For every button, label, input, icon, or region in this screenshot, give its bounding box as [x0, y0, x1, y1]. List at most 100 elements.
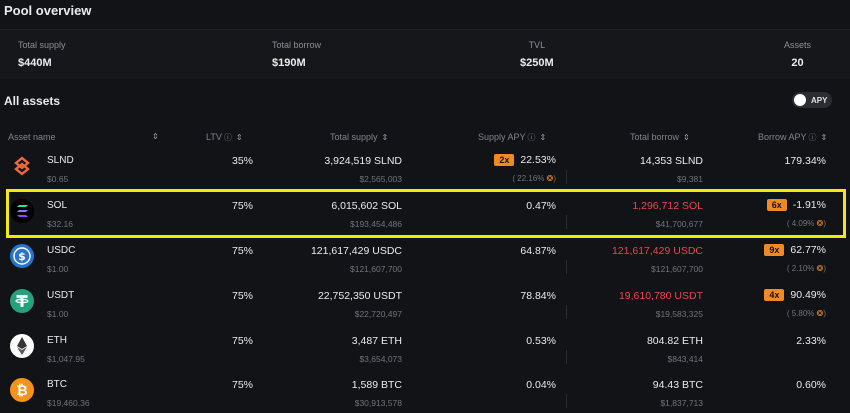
asset-symbol: SLND — [47, 155, 74, 166]
stat-total-supply: Total supply $440M — [18, 40, 66, 69]
ltv-value: 75% — [231, 245, 253, 257]
supply-amount: 3,487 ETH — [351, 335, 402, 347]
supply-usd: $2,565,003 — [359, 174, 402, 184]
sol-row-highlight — [6, 189, 846, 238]
header-total-supply[interactable]: Total supply ⇕ — [330, 132, 388, 142]
table-row[interactable]: ₿ BTC $19,460.36 75% 1,589 BTC $30,913,5… — [0, 372, 850, 413]
header-total-borrow[interactable]: Total borrow ⇕ — [630, 132, 690, 142]
ltv-value: 75% — [231, 335, 253, 347]
supply-apy-value: 0.04% — [526, 379, 556, 391]
supply-apy-value: 64.87% — [520, 245, 556, 257]
supply-apy-sub-value: ( 22.16% — [512, 174, 545, 183]
asset-symbol: BTC — [47, 379, 67, 390]
supply-apy-value: 0.53% — [526, 335, 556, 347]
table-row[interactable]: SLND $0.65 35% 3,924,519 SLND $2,565,003… — [0, 148, 850, 192]
svg-text:$: $ — [18, 250, 26, 263]
stat-value: $440M — [18, 57, 52, 69]
header-asset-name[interactable]: Asset name ⇕ — [8, 132, 159, 142]
table-header: Asset name ⇕ LTV ⓘ ⇕ Total supply ⇕ Supply … — [0, 127, 850, 147]
asset-symbol: USDC — [47, 245, 76, 256]
asset-price: $1.00 — [47, 309, 69, 319]
sort-icon: ⇕ — [381, 133, 389, 142]
ltv-value: 35% — [231, 155, 253, 167]
supply-usd: $3,654,073 — [359, 354, 402, 364]
stat-label: Assets — [784, 40, 812, 50]
info-icon: ⓘ — [527, 133, 536, 142]
asset-symbol: ETH — [47, 335, 67, 346]
borrow-apy: 9x 62.77% — [764, 244, 826, 256]
asset-price: $19,460.36 — [47, 398, 90, 408]
borrow-usd: $9,381 — [677, 174, 703, 184]
column-divider — [566, 394, 567, 408]
info-icon: ⓘ — [808, 133, 817, 142]
borrow-apy-value: 90.49% — [790, 289, 826, 301]
svg-text:₿: ₿ — [16, 383, 27, 399]
toggle-knob — [794, 94, 806, 106]
supply-usd: $30,913,578 — [354, 398, 402, 408]
stat-value: $250M — [520, 57, 554, 69]
usdc-icon: $ — [10, 244, 34, 268]
stat-value: $190M — [272, 57, 306, 69]
sort-icon: ⇕ — [235, 133, 243, 142]
supply-usd: $22,720,497 — [354, 309, 402, 319]
borrow-amount: 14,353 SLND — [639, 155, 703, 167]
slnd-icon — [10, 154, 34, 178]
supply-apy: 2x 22.53% — [494, 154, 556, 166]
borrow-apy-value: 62.77% — [790, 244, 826, 256]
borrow-usd: $19,583,325 — [655, 309, 703, 319]
boost-badge[interactable]: 2x — [494, 154, 515, 166]
boost-badge[interactable]: 9x — [764, 244, 785, 256]
borrow-apy-sub: ( 2.10% ❂) — [786, 264, 826, 273]
pool-overview-card: Total supply $440M Total borrow $190M TV… — [0, 29, 850, 79]
reward-icon: ❂ — [816, 264, 824, 273]
borrow-apy-value: 2.33% — [796, 335, 826, 347]
borrow-usd: $121,607,700 — [651, 264, 703, 274]
supply-apy-value: 78.84% — [520, 290, 556, 302]
apy-toggle[interactable]: APY — [792, 92, 832, 108]
reward-icon: ❂ — [546, 174, 554, 183]
borrow-usd: $843,414 — [667, 354, 703, 364]
asset-price: $0.65 — [47, 174, 69, 184]
ltv-value: 75% — [231, 290, 253, 302]
table-row[interactable]: $ USDC $1.00 75% 121,617,429 USDC $121,6… — [0, 238, 850, 282]
stat-label: Total borrow — [272, 40, 322, 50]
header-label: Total supply — [330, 132, 378, 142]
header-borrow-apy[interactable]: Borrow APY ⓘ ⇕ — [758, 132, 827, 143]
borrow-apy-sub-value: ( 2.10% — [786, 264, 815, 273]
supply-amount: 1,589 BTC — [351, 379, 402, 391]
supply-amount: 3,924,519 SLND — [324, 155, 402, 167]
toggle-label: APY — [811, 95, 828, 105]
stat-value: 20 — [791, 57, 804, 69]
column-divider — [566, 260, 567, 274]
boost-badge[interactable]: 4x — [764, 289, 785, 301]
reward-icon: ❂ — [816, 309, 824, 318]
column-divider — [566, 170, 567, 184]
sort-icon: ⇕ — [152, 132, 159, 141]
header-label: LTV — [206, 132, 222, 142]
stat-tvl: TVL $250M — [520, 40, 554, 69]
borrow-apy-value: 179.34% — [784, 155, 826, 167]
table-row[interactable]: USDT $1.00 75% 22,752,350 USDT $22,720,4… — [0, 283, 850, 327]
header-ltv[interactable]: LTV ⓘ ⇕ — [206, 132, 243, 143]
borrow-apy-sub-value: ( 5.80% — [786, 309, 815, 318]
column-divider — [566, 305, 567, 319]
header-label: Supply APY — [478, 132, 526, 142]
borrow-amount: 19,610,780 USDT — [618, 290, 703, 302]
stat-assets: Assets 20 — [784, 40, 811, 69]
eth-icon — [10, 334, 34, 358]
header-supply-apy[interactable]: Supply APY ⓘ ⇕ — [478, 132, 546, 143]
asset-symbol: USDT — [47, 290, 75, 301]
header-label: Total borrow — [630, 132, 680, 142]
table-row[interactable]: ETH $1,047.95 75% 3,487 ETH $3,654,073 0… — [0, 328, 850, 372]
supply-apy-value: 22.53% — [520, 154, 556, 166]
column-divider — [566, 350, 567, 364]
supply-amount: 22,752,350 USDT — [317, 290, 402, 302]
supply-amount: 121,617,429 USDC — [310, 245, 402, 257]
asset-price: $1,047.95 — [47, 354, 85, 364]
header-label: Borrow APY — [758, 132, 807, 142]
supply-apy-sub: ( 22.16% ❂) — [512, 174, 556, 183]
stat-total-borrow: Total borrow $190M — [272, 40, 321, 69]
borrow-amount: 804.82 ETH — [646, 335, 703, 347]
borrow-apy: 4x 90.49% — [764, 289, 826, 301]
ltv-value: 75% — [231, 379, 253, 391]
